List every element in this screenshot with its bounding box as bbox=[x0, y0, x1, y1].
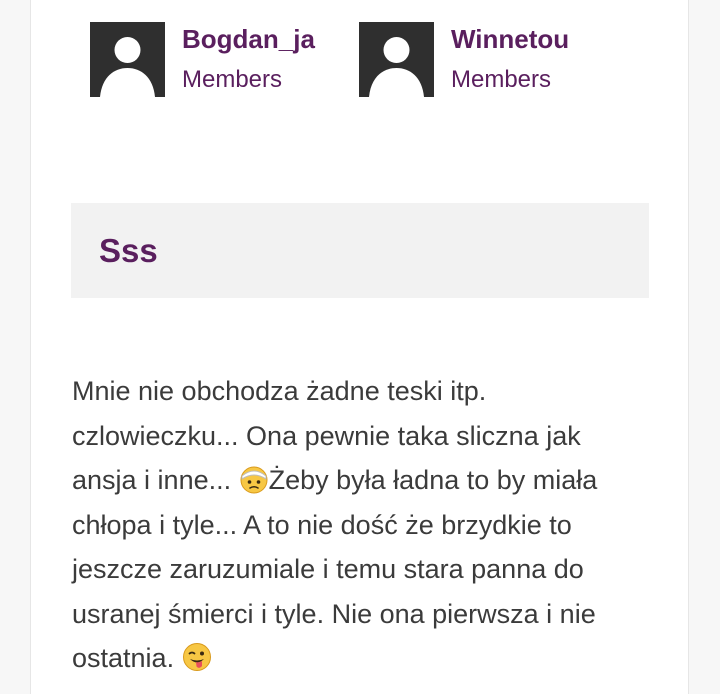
winking-face-with-tongue-emoji-icon bbox=[182, 641, 212, 671]
member-username[interactable]: Bogdan_ja bbox=[182, 24, 315, 54]
default-avatar-icon[interactable] bbox=[359, 22, 434, 97]
post-line-text: ostatnia. bbox=[72, 643, 182, 673]
member-username[interactable]: Winnetou bbox=[451, 24, 569, 54]
post-line: ansja i inne... Żeby była ładna to by mi… bbox=[72, 458, 662, 503]
post-line-text: Żeby była ładna to by miała bbox=[268, 465, 598, 495]
member-role: Members bbox=[182, 66, 283, 93]
default-avatar-icon[interactable] bbox=[90, 22, 165, 97]
post-title-box: Sss bbox=[71, 203, 649, 298]
post-line-text: ansja i inne... bbox=[72, 465, 239, 495]
face-with-head-bandage-emoji-icon bbox=[239, 463, 269, 494]
post-line: Mnie nie obchodza żadne teski itp. bbox=[72, 376, 487, 406]
post-line: usranej śmierci i tyle. Nie ona pierwsza… bbox=[72, 598, 596, 629]
member-winnetou[interactable]: Winnetou Members bbox=[359, 22, 569, 97]
post-title[interactable]: Sss bbox=[99, 231, 158, 271]
post-line: chłopa i tyle... A to nie dość że brzydk… bbox=[72, 509, 572, 540]
post-body: Mnie nie obchodza żadne teski itp. czlow… bbox=[72, 369, 662, 681]
post-line: ostatnia. bbox=[72, 636, 662, 681]
member-bogdan[interactable]: Bogdan_ja Members bbox=[90, 22, 315, 97]
post-line: jeszcze zaruzumiale i temu stara panna d… bbox=[72, 554, 584, 584]
post-line: czlowieczku... Ona pewnie taka sliczna j… bbox=[72, 420, 581, 451]
member-role: Members bbox=[451, 66, 552, 93]
